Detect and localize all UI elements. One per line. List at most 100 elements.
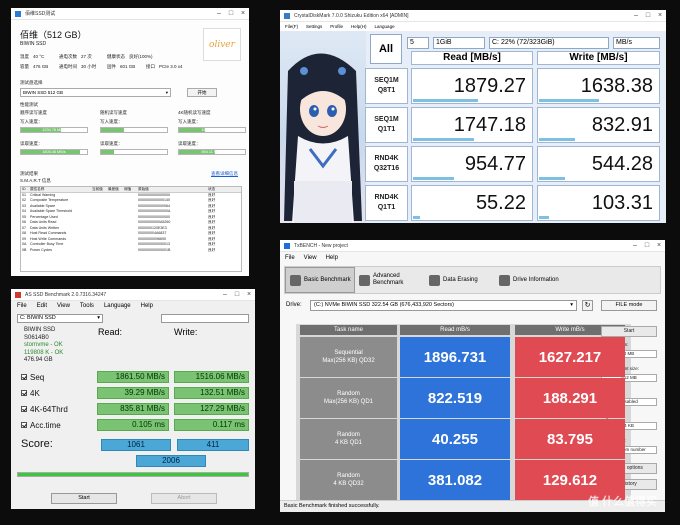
- test-size-field[interactable]: [161, 314, 249, 323]
- menu-bar: File(F) Settings Profile Help(H) Language: [280, 22, 666, 31]
- cdm-write-bar: [539, 138, 575, 141]
- as-read-value: 39.29 MB/s: [97, 387, 169, 399]
- read-speed-bar: 36.97 MB/s: [100, 149, 168, 155]
- cdm-test-label[interactable]: SEQ1M Q8T1: [365, 68, 408, 104]
- smart-detail-link[interactable]: 查看详细信息: [211, 171, 238, 177]
- smart-cell: 000000000000001B: [138, 247, 171, 252]
- menu-item[interactable]: Tools: [80, 303, 94, 309]
- tab-eraser[interactable]: Data Erasing: [425, 267, 495, 293]
- smart-cell: [123, 248, 137, 254]
- checkbox[interactable]: [21, 406, 27, 412]
- abort-button[interactable]: Abort: [151, 493, 217, 504]
- drive-model: BIWIN SSD: [20, 41, 47, 47]
- read-speed-bar: 1805.46 MB/s: [20, 149, 88, 155]
- cdm-read-bar: [413, 99, 478, 102]
- minimize-icon[interactable]: –: [213, 8, 225, 20]
- unit-select[interactable]: MB/s: [613, 37, 660, 49]
- cdm-test-name: RND4K: [374, 155, 399, 162]
- start-button[interactable]: 开始: [187, 88, 217, 97]
- minimize-icon[interactable]: –: [630, 10, 642, 22]
- maximize-icon[interactable]: □: [231, 289, 243, 301]
- size-select[interactable]: 1GiB: [433, 37, 485, 49]
- checkbox[interactable]: [21, 422, 27, 428]
- smart-cell: [107, 248, 123, 254]
- cdm-test-label[interactable]: RND4K Q32T16: [365, 146, 408, 182]
- menu-item[interactable]: Help: [141, 303, 153, 309]
- as-test-label[interactable]: Acc.time: [21, 419, 61, 431]
- tx-task-label: Random 4 KB QD1: [300, 419, 397, 459]
- cdm-read-text: 1879.27: [453, 75, 526, 97]
- start-button[interactable]: Start: [51, 493, 117, 504]
- refresh-icon[interactable]: ↻: [582, 300, 593, 311]
- menu-item[interactable]: Profile: [330, 22, 343, 31]
- minimize-icon[interactable]: –: [629, 240, 641, 252]
- tab-drive[interactable]: Drive Information: [495, 267, 565, 293]
- drive-select[interactable]: (C:) NVMe BIWIN SSD 322.54 GB (676,433,9…: [310, 300, 577, 311]
- menu-item[interactable]: Help(H): [351, 22, 367, 31]
- menu-item[interactable]: File(F): [285, 22, 298, 31]
- read-speed-label: 读取速度：: [178, 141, 201, 146]
- write-speed-value: 1234.78 MB/s: [42, 128, 66, 132]
- menu-item[interactable]: File: [285, 255, 295, 261]
- read-header: Read:: [98, 327, 123, 337]
- start-button[interactable]: Start: [601, 326, 657, 337]
- cdm-write-text: 1638.38: [580, 75, 653, 97]
- drive-select[interactable]: C: 22% (72/323GiB): [489, 37, 609, 49]
- perf-test-card: 4K随机读写速度 写入速度： 166.39 MB/s 读取速度： 894.11 MB/s: [178, 110, 246, 166]
- minimize-icon[interactable]: –: [219, 289, 231, 301]
- tx-task-params: 4 KB QD1: [334, 440, 362, 446]
- menu-item[interactable]: File: [17, 303, 27, 309]
- smart-col-header: 属性名称: [30, 187, 45, 191]
- score-total: 2006: [136, 455, 206, 467]
- menu-item[interactable]: Settings: [306, 22, 322, 31]
- checkbox[interactable]: [21, 374, 27, 380]
- close-icon[interactable]: ×: [243, 289, 255, 301]
- checkbox[interactable]: [21, 390, 27, 396]
- menu-item[interactable]: Language: [375, 22, 395, 31]
- all-button[interactable]: All: [370, 34, 402, 64]
- maximize-icon[interactable]: □: [225, 8, 237, 20]
- col-task: Task name: [300, 325, 397, 335]
- cdm-test-params: Q1T1: [377, 204, 396, 211]
- smart-col-header: ID: [22, 187, 26, 191]
- brand-logo: oliver: [203, 28, 241, 61]
- cdm-test-params: Q8T1: [377, 87, 396, 94]
- tx-task-name: Random: [337, 473, 360, 479]
- close-icon[interactable]: ×: [653, 240, 665, 252]
- smart-row[interactable]: 0B Power Cycles 000000000000001B 良好: [21, 248, 241, 254]
- count-select[interactable]: 5: [407, 37, 429, 49]
- tab-bar-chart[interactable]: Advanced Benchmark: [355, 267, 425, 293]
- smart-cell: [91, 248, 107, 254]
- write-speed-value: 166.39 MB/s: [201, 128, 223, 132]
- menu-item[interactable]: View: [57, 303, 70, 309]
- cdm-result-row: SEQ1M Q1T1 1747.18 832.91: [365, 106, 662, 144]
- menu-item[interactable]: Help: [326, 255, 338, 261]
- maximize-icon[interactable]: □: [641, 240, 653, 252]
- menu-item[interactable]: Language: [104, 303, 131, 309]
- cdm-test-label[interactable]: RND4K Q1T1: [365, 185, 408, 221]
- menu-bar: File View Help: [285, 255, 338, 261]
- cdm-test-label[interactable]: SEQ1M Q1T1: [365, 107, 408, 143]
- tab-speedometer[interactable]: Basic Benchmark: [285, 267, 355, 293]
- smart-cell: Power Cycles: [30, 247, 52, 252]
- maximize-icon[interactable]: □: [642, 10, 654, 22]
- menu-item[interactable]: Edit: [37, 303, 47, 309]
- tab-label: Advanced Benchmark: [373, 273, 404, 286]
- drive-select[interactable]: BIWIN SSD 512 GB ▾: [20, 88, 171, 97]
- file-mode-button[interactable]: FILE mode: [601, 300, 657, 311]
- perf-test-title: 随机读写速度: [100, 110, 127, 115]
- menu-item[interactable]: View: [304, 255, 317, 261]
- tx-read-value: 822.519: [400, 378, 510, 418]
- smart-caption: 测试结果: [20, 171, 38, 176]
- drive-select[interactable]: C: BIWIN SSD ▾: [17, 314, 103, 323]
- menu-bar: File Edit View Tools Language Help: [17, 303, 153, 309]
- tx-task-name: Random: [337, 391, 360, 397]
- close-icon[interactable]: ×: [237, 8, 249, 20]
- tx-read-value: 1896.731: [400, 337, 510, 377]
- as-test-label[interactable]: 4K-64Thrd: [21, 403, 68, 415]
- as-test-label[interactable]: 4K: [21, 387, 40, 399]
- close-icon[interactable]: ×: [654, 10, 666, 22]
- cdm-write-bar: [539, 177, 566, 180]
- as-test-label[interactable]: Seq: [21, 371, 44, 383]
- app-icon: [284, 13, 290, 19]
